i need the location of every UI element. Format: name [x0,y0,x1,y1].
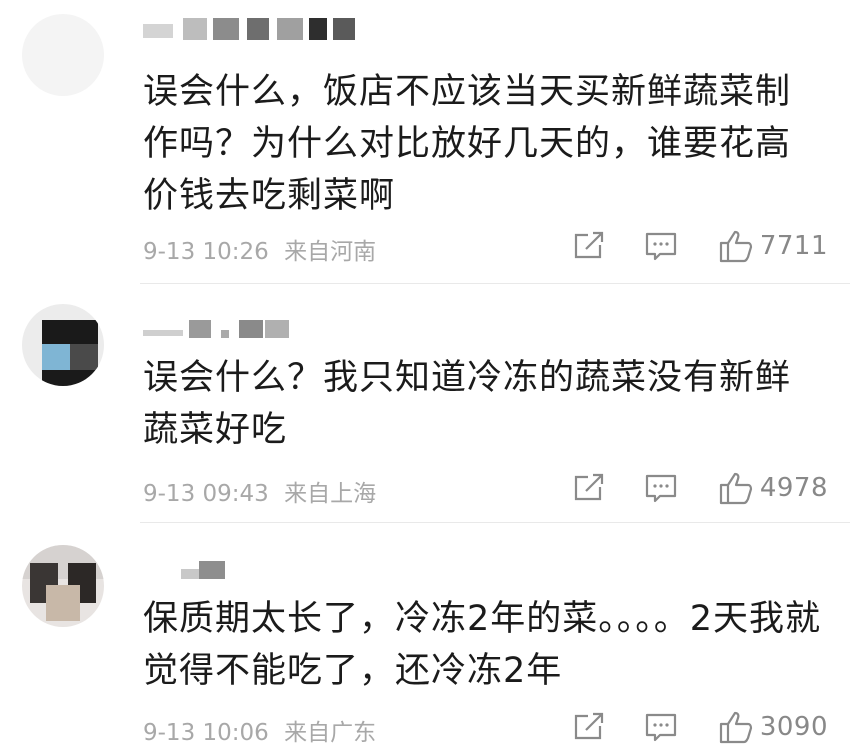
username-blurred[interactable] [143,320,303,342]
comment-icon[interactable] [644,712,678,742]
like-count: 7711 [759,231,828,261]
comment-icon[interactable] [644,231,678,261]
like-count: 3090 [759,712,828,742]
comment-time: 9-13 10:06 [143,720,269,746]
comment-meta: 9-13 10:26 来自河南 [143,232,384,266]
comment-actions: 7711 [548,228,828,264]
comment-time: 9-13 10:26 [143,239,269,265]
comment-location: 来自广东 [284,720,377,746]
avatar[interactable] [22,14,104,96]
share-icon[interactable] [572,231,606,261]
comment-text: 保质期太长了，冷冻2年的菜。。。。2天我就觉得不能吃了，还冷冻2年 [143,599,822,691]
like-count: 4978 [759,473,828,503]
avatar[interactable] [22,545,104,627]
share-icon[interactable] [572,473,606,503]
comment-actions: 4978 [548,470,828,506]
comment-item: 误会什么？我只知道冷冻的蔬菜没有新鲜蔬菜好吃 9-13 09:43 来自上海 4… [0,284,850,521]
thumbs-up-icon[interactable] [718,229,754,263]
comment-item: 保质期太长了，冷冻2年的菜。。。。2天我就觉得不能吃了，还冷冻2年 9-13 1… [0,523,850,756]
comment-time: 9-13 09:43 [143,481,269,507]
share-icon[interactable] [572,712,606,742]
comment-text: 误会什么，饭店不应该当天买新鲜蔬菜制作吗？为什么对比放好几天的，谁要花高价钱去吃… [143,72,792,216]
comment-item: 误会什么，饭店不应该当天买新鲜蔬菜制作吗？为什么对比放好几天的，谁要花高价钱去吃… [0,0,850,282]
thumbs-up-icon[interactable] [718,710,754,744]
username-blurred[interactable] [143,18,363,40]
thumbs-up-icon[interactable] [718,471,754,505]
comment-actions: 3090 [548,709,828,745]
username-blurred[interactable] [143,561,225,583]
comment-meta: 9-13 09:43 来自上海 [143,474,384,508]
comment-location: 来自上海 [284,481,377,507]
avatar[interactable] [22,304,104,386]
comment-meta: 9-13 10:06 来自广东 [143,713,384,747]
comment-location: 来自河南 [284,239,377,265]
comment-text: 误会什么？我只知道冷冻的蔬菜没有新鲜蔬菜好吃 [143,358,792,450]
comment-icon[interactable] [644,473,678,503]
